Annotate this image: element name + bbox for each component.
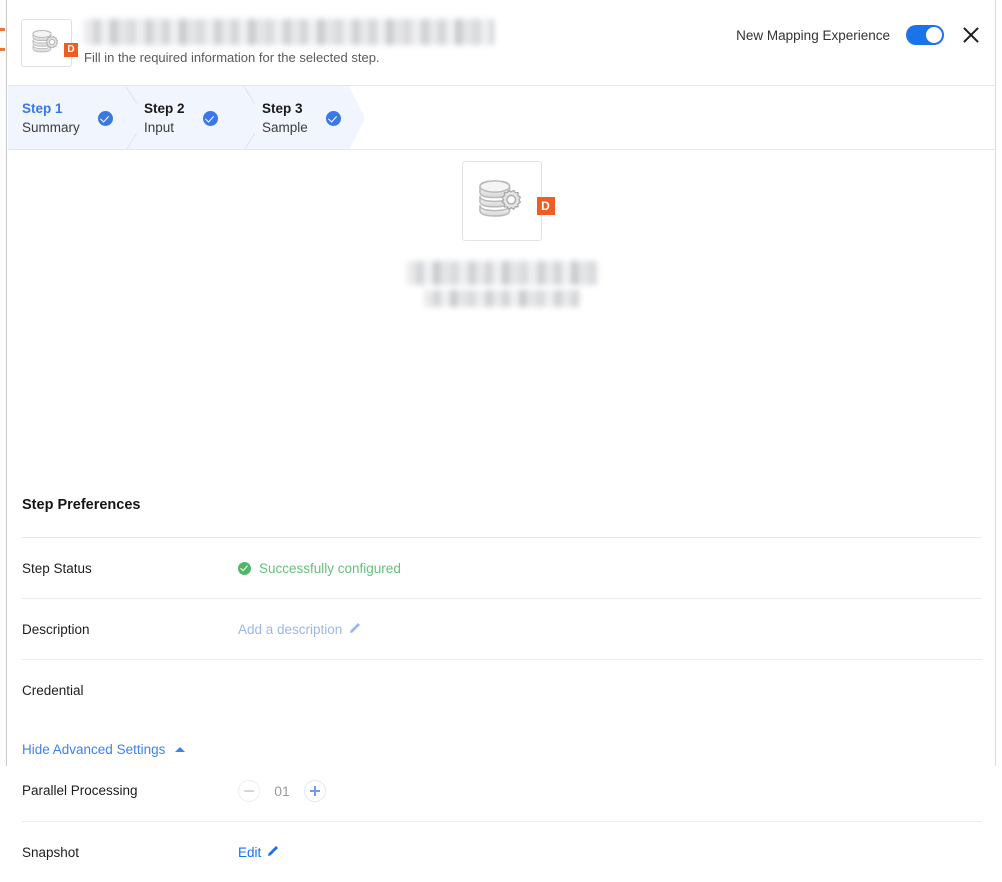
header-text-block: Fill in the required information for the… (84, 19, 494, 65)
step-navigation: Step 1 Summary Step 2 Input Step 3 Sampl… (8, 86, 995, 150)
connector-description-redacted (423, 290, 580, 307)
step-3-title: Step 3 (262, 100, 303, 116)
step-3-complete-icon (325, 110, 341, 126)
step-configuration-modal: D Fill in the required information for t… (8, 0, 996, 860)
row-parallel-processing: Parallel Processing 01 (22, 760, 982, 821)
step-item-2[interactable]: Step 2 Input (144, 86, 218, 149)
connector-name-redacted (406, 261, 597, 285)
snapshot-edit-label: Edit (238, 844, 262, 860)
increment-button[interactable] (304, 779, 326, 802)
connector-hero-icon-box: D (461, 161, 555, 241)
row-snapshot: Snapshot Edit (22, 821, 982, 882)
status-badge: Successfully configured (238, 561, 401, 576)
row-label-parallel-processing: Parallel Processing (22, 783, 138, 798)
step-2-title: Step 2 (144, 100, 185, 116)
preferences-rows: Step Status Successfully configured Desc… (22, 537, 982, 720)
row-label-credential: Credential (22, 682, 84, 698)
row-label-step-status: Step Status (22, 560, 92, 576)
step-item-3[interactable]: Step 3 Sample (262, 86, 341, 149)
database-gear-icon (30, 28, 64, 65)
snapshot-edit-link[interactable]: Edit (238, 845, 279, 860)
step-2-complete-icon (202, 110, 218, 126)
row-value-snapshot: Edit (238, 845, 279, 860)
connector-hero: D (8, 150, 995, 307)
connector-thumbnail: D (21, 19, 78, 67)
row-label-snapshot: Snapshot (22, 844, 80, 860)
row-value-step-status: Successfully configured (238, 561, 401, 576)
status-text: Successfully configured (259, 560, 401, 576)
advanced-rows: Parallel Processing 01 Snapshot Edit (22, 760, 982, 882)
background-marker (0, 28, 5, 31)
step-1-texts: Step 1 Summary (22, 100, 80, 137)
advanced-settings-label: Hide Advanced Settings (22, 742, 166, 757)
step-3-texts: Step 3 Sample (262, 100, 308, 137)
step-1-complete-icon (97, 110, 113, 126)
header-actions: New Mapping Experience (736, 24, 982, 46)
row-value-description: Add a description (238, 622, 361, 637)
modal-title-redacted (84, 19, 494, 45)
section-title-step-preferences: Step Preferences (22, 497, 141, 513)
step-3-subtitle: Sample (262, 119, 308, 135)
row-step-status: Step Status Successfully configured (22, 537, 982, 598)
step-item-1[interactable]: Step 1 Summary (22, 86, 113, 149)
add-description-link[interactable]: Add a description (238, 622, 361, 637)
new-mapping-experience-label: New Mapping Experience (736, 27, 890, 43)
background-page-strip (0, 0, 7, 766)
add-description-label: Add a description (238, 621, 343, 637)
background-marker (0, 48, 5, 51)
modal-body: D Step Preferences Step Status Successfu… (8, 150, 995, 860)
row-value-parallel-processing: 01 (238, 779, 326, 802)
parallel-processing-stepper: 01 (238, 779, 326, 802)
decrement-button[interactable] (238, 779, 260, 802)
close-icon[interactable] (960, 24, 982, 46)
new-mapping-experience-toggle[interactable] (906, 25, 944, 45)
chevron-up-icon (175, 747, 186, 752)
connector-type-badge: D (536, 197, 555, 215)
header-identity: D Fill in the required information for t… (21, 19, 494, 67)
step-separator-1 (126, 86, 144, 149)
advanced-settings-toggle[interactable]: Hide Advanced Settings (22, 742, 186, 757)
step-2-texts: Step 2 Input (144, 100, 185, 137)
step-2-subtitle: Input (144, 119, 175, 135)
step-1-title: Step 1 (22, 100, 63, 116)
parallel-processing-value: 01 (274, 782, 290, 799)
row-description: Description Add a description (22, 598, 982, 659)
row-label-description: Description (22, 621, 90, 637)
modal-header: D Fill in the required information for t… (8, 0, 995, 86)
check-circle-icon (238, 561, 251, 575)
modal-subtitle: Fill in the required information for the… (84, 50, 380, 65)
step-1-subtitle: Summary (22, 119, 80, 135)
database-gear-icon (475, 176, 531, 235)
toggle-knob (926, 27, 942, 43)
pencil-icon (349, 622, 361, 637)
connector-type-badge: D (64, 43, 78, 57)
row-credential: Credential (22, 659, 982, 720)
pencil-icon (267, 845, 279, 860)
step-separator-2 (244, 86, 262, 149)
